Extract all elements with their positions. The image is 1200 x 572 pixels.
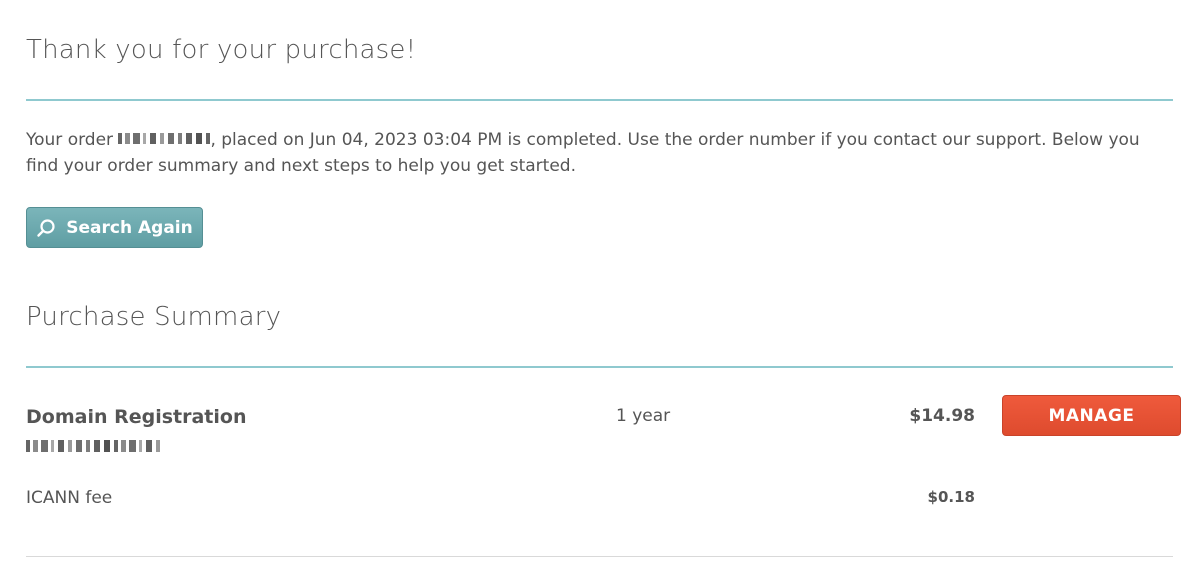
item-term: 1 year: [616, 406, 671, 426]
purchase-summary-heading: Purchase Summary: [26, 302, 282, 332]
page-title: Thank you for your purchase!: [26, 35, 417, 65]
redacted-order-number: [118, 133, 211, 144]
summary-divider: [26, 366, 1173, 368]
search-icon: [36, 218, 56, 238]
fee-name: ICANN fee: [26, 488, 113, 508]
search-again-button[interactable]: Search Again: [26, 207, 203, 248]
fee-price: $0.18: [927, 488, 975, 506]
summary-bottom-divider: [26, 556, 1173, 557]
manage-button[interactable]: MANAGE: [1002, 395, 1181, 436]
search-again-label: Search Again: [66, 217, 193, 238]
order-prefix: Your order: [26, 130, 114, 150]
redacted-domain-name: [26, 440, 164, 452]
title-divider: [26, 99, 1173, 101]
item-price: $14.98: [909, 406, 975, 426]
item-name: Domain Registration: [26, 406, 247, 428]
order-confirmation-text: Your order , placed on Jun 04, 2023 03:0…: [26, 127, 1176, 179]
